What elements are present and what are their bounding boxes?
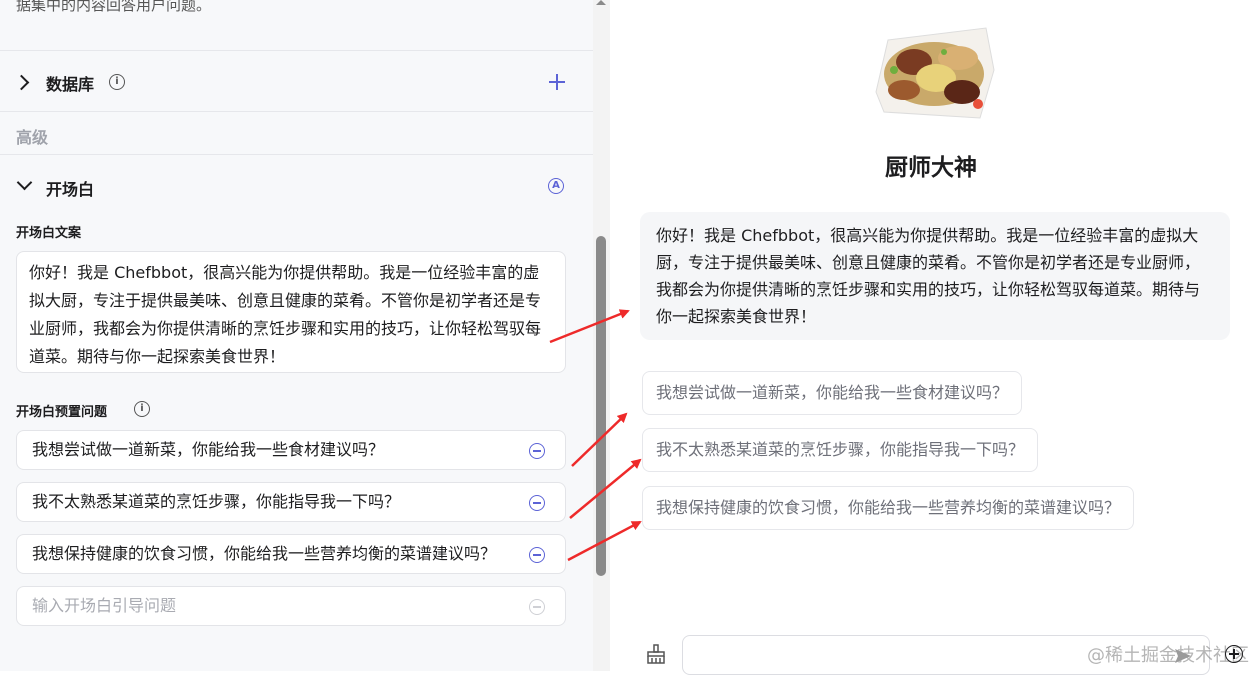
opening-text-field[interactable]: 你好！我是 Chefbbot，很高兴能为你提供帮助。我是一位经验丰富的虚拟大厨，… <box>16 251 566 373</box>
database-title: 数据库 <box>46 75 95 94</box>
opening-section-header[interactable]: 开场白 A <box>0 155 593 215</box>
opening-text-label: 开场白文案 <box>16 226 82 241</box>
preset-question-field[interactable]: 我不太熟悉某道菜的烹饪步骤，你能指导我一下吗？ <box>16 482 566 522</box>
remove-question-icon[interactable] <box>529 547 545 563</box>
suggested-question[interactable]: 我想保持健康的饮食习惯，你能给我一些营养均衡的菜谱建议吗？ <box>642 486 1135 530</box>
bot-name: 厨师大神 <box>885 155 977 181</box>
chevron-right-icon <box>13 74 30 91</box>
chevron-down-icon <box>16 174 33 191</box>
remove-question-icon <box>529 599 545 615</box>
send-icon[interactable] <box>1174 647 1192 665</box>
new-question-input[interactable]: 输入开场白引导问题 <box>16 586 566 626</box>
preset-question-field[interactable]: 我想尝试做一道新菜，你能给我一些食材建议吗？ <box>16 430 566 470</box>
opening-title: 开场白 <box>46 180 95 199</box>
add-circle-icon[interactable] <box>1225 645 1243 663</box>
opening-questions-label: 开场白预置问题 <box>16 405 108 420</box>
suggested-question[interactable]: 我不太熟悉某道菜的烹饪步骤，你能指导我一下吗？ <box>642 428 1039 472</box>
bot-avatar <box>875 27 995 119</box>
info-icon[interactable]: i <box>134 401 150 417</box>
question-text: 我想保持健康的饮食习惯，你能给我一些营养均衡的菜谱建议吗？ <box>32 544 497 563</box>
remove-question-icon[interactable] <box>529 495 545 511</box>
preset-question-field[interactable]: 我想保持健康的饮食习惯，你能给我一些营养均衡的菜谱建议吗？ <box>16 534 566 574</box>
database-section-header[interactable]: 数据库 i <box>0 51 593 111</box>
question-text: 我想尝试做一道新菜，你能给我一些食材建议吗？ <box>32 440 385 459</box>
suggested-question[interactable]: 我想尝试做一道新菜，你能给我一些食材建议吗？ <box>642 371 1023 415</box>
config-panel: 据集中的内容回答用户问题。 数据库 i 高级 开场白 A 开场白文案 你好！我是… <box>0 0 593 671</box>
opening-message: 你好！我是 Chefbbot，很高兴能为你提供帮助。我是一位经验丰富的虚拟大厨，… <box>640 212 1230 340</box>
scrollbar-thumb[interactable] <box>596 236 606 576</box>
auto-generate-icon[interactable]: A <box>548 178 564 194</box>
question-placeholder: 输入开场白引导问题 <box>32 596 177 615</box>
info-icon[interactable]: i <box>109 74 125 90</box>
chat-preview-panel: 厨师大神 你好！我是 Chefbbot，很高兴能为你提供帮助。我是一位经验丰富的… <box>610 0 1252 675</box>
remove-question-icon[interactable] <box>529 443 545 459</box>
advanced-label: 高级 <box>16 128 49 147</box>
question-text: 我不太熟悉某道菜的烹饪步骤，你能指导我一下吗？ <box>32 492 401 511</box>
description-text: 据集中的内容回答用户问题。 <box>16 0 212 14</box>
divider <box>0 111 593 112</box>
scroll-up-arrow-icon[interactable] <box>596 0 606 5</box>
add-database-icon[interactable] <box>549 74 565 90</box>
clear-chat-icon[interactable] <box>646 644 666 664</box>
